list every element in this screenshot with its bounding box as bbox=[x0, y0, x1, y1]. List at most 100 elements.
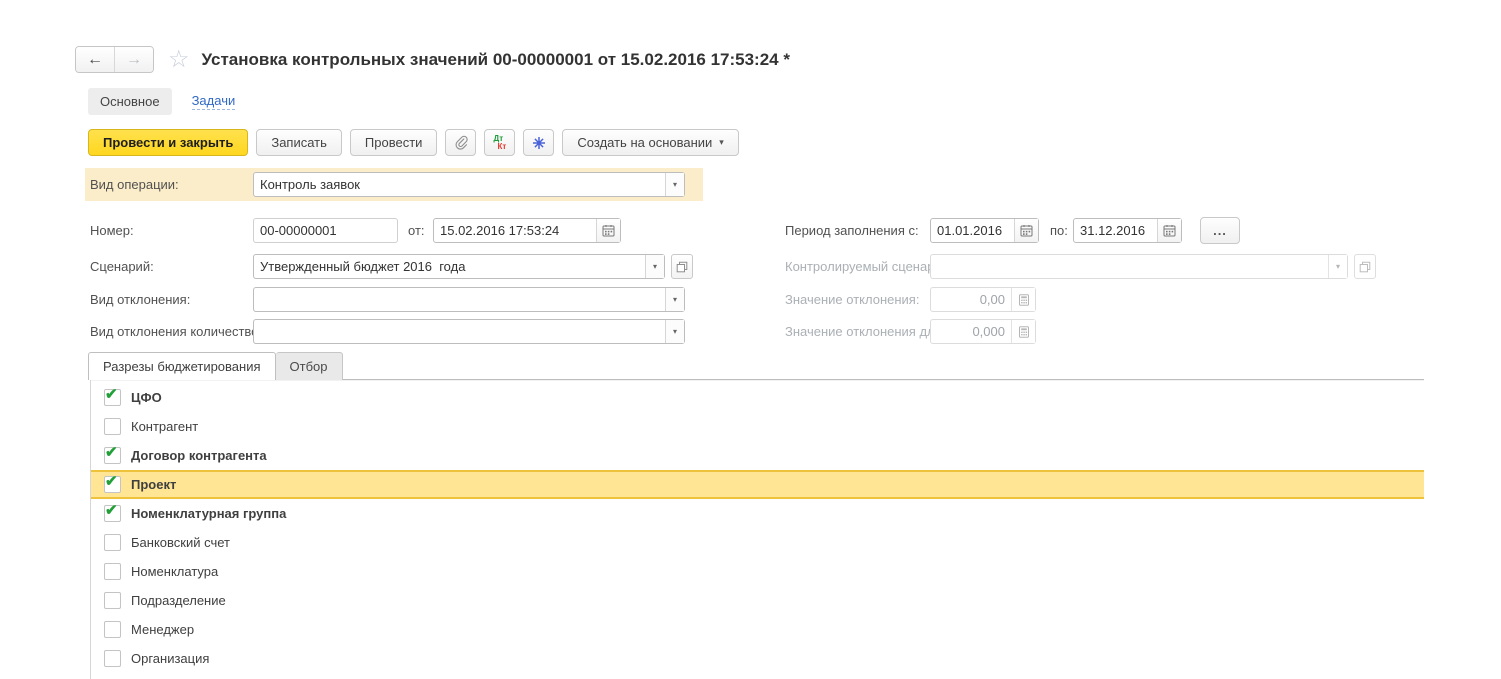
dimension-label: Менеджер bbox=[131, 622, 194, 637]
sparkle-button[interactable] bbox=[523, 129, 554, 156]
dimension-row[interactable]: Подразделение bbox=[91, 586, 1424, 615]
deviation-qty-kind-label: Вид отклонения количество: bbox=[90, 324, 262, 339]
tab-filter[interactable]: Отбор bbox=[276, 352, 343, 380]
period-to-input[interactable] bbox=[1074, 219, 1157, 242]
number-label: Номер: bbox=[90, 223, 134, 238]
tab-budget-sections[interactable]: Разрезы бюджетирования bbox=[88, 352, 276, 380]
checkmark-icon: ✔ bbox=[105, 472, 118, 490]
deviation-qty-value-input[interactable] bbox=[931, 320, 1011, 343]
deviation-value-input[interactable] bbox=[931, 288, 1011, 311]
controlled-scenario-input[interactable] bbox=[931, 255, 1328, 278]
period-to-field[interactable] bbox=[1073, 218, 1182, 243]
dimension-checkbox[interactable]: ✔ bbox=[104, 476, 121, 493]
chevron-down-icon[interactable]: ▾ bbox=[665, 320, 684, 343]
chevron-down-icon[interactable]: ▾ bbox=[665, 288, 684, 311]
controlled-scenario-label: Контролируемый сценарий: bbox=[785, 259, 953, 274]
chevron-down-icon[interactable]: ▾ bbox=[645, 255, 664, 278]
dimension-list: ✔ ЦФО Контрагент ✔ Договор контрагента ✔… bbox=[91, 380, 1424, 673]
dimension-row[interactable]: Организация bbox=[91, 644, 1424, 673]
scenario-open-button[interactable] bbox=[671, 254, 693, 279]
detail-tabs: Разрезы бюджетирования Отбор bbox=[88, 352, 343, 380]
operation-input[interactable] bbox=[254, 173, 665, 196]
controlled-scenario-combobox[interactable]: ▾ bbox=[930, 254, 1348, 279]
deviation-kind-input[interactable] bbox=[254, 288, 665, 311]
controlled-scenario-open-button[interactable] bbox=[1354, 254, 1376, 279]
dimension-checkbox[interactable] bbox=[104, 534, 121, 551]
dimension-checkbox[interactable]: ✔ bbox=[104, 505, 121, 522]
dimension-checkbox[interactable] bbox=[104, 621, 121, 638]
dimension-row[interactable]: ✔ Номенклатурная группа bbox=[91, 499, 1424, 528]
deviation-qty-kind-combobox[interactable]: ▾ bbox=[253, 319, 685, 344]
scenario-combobox[interactable]: ▾ bbox=[253, 254, 665, 279]
deviation-kind-combobox[interactable]: ▾ bbox=[253, 287, 685, 312]
dimension-row[interactable]: ✔ Проект bbox=[91, 470, 1424, 499]
dimension-label: Контрагент bbox=[131, 419, 198, 434]
operation-combobox[interactable]: ▾ bbox=[253, 172, 685, 197]
period-from-input[interactable] bbox=[931, 219, 1014, 242]
favorite-star-icon[interactable]: ☆ bbox=[168, 50, 190, 70]
dimension-checkbox[interactable]: ✔ bbox=[104, 447, 121, 464]
paperclip-icon bbox=[453, 135, 468, 150]
open-icon bbox=[676, 261, 688, 273]
date-field[interactable] bbox=[433, 218, 621, 243]
dimension-label: Проект bbox=[131, 477, 176, 492]
command-bar: Провести и закрыть Записать Провести ДтК… bbox=[88, 129, 739, 156]
dimension-checkbox[interactable] bbox=[104, 418, 121, 435]
calendar-icon[interactable] bbox=[1014, 219, 1038, 242]
deviation-qty-value-field[interactable] bbox=[930, 319, 1036, 344]
deviation-value-field[interactable] bbox=[930, 287, 1036, 312]
dimension-row[interactable]: Номенклатура bbox=[91, 557, 1424, 586]
dimension-row[interactable]: Менеджер bbox=[91, 615, 1424, 644]
number-field[interactable] bbox=[253, 218, 398, 243]
operation-label: Вид операции: bbox=[90, 177, 179, 192]
dimension-label: Номенклатура bbox=[131, 564, 218, 579]
calculator-icon[interactable] bbox=[1011, 288, 1035, 311]
period-from-field[interactable] bbox=[930, 218, 1039, 243]
chevron-down-icon[interactable]: ▾ bbox=[665, 173, 684, 196]
period-more-button[interactable]: ... bbox=[1200, 217, 1240, 244]
checkmark-icon: ✔ bbox=[105, 501, 118, 519]
dt-kt-icon: ДтКт bbox=[494, 135, 507, 151]
attachments-button[interactable] bbox=[445, 129, 476, 156]
tab-tasks[interactable]: Задачи bbox=[192, 93, 236, 110]
budget-sections-panel: ✔ ЦФО Контрагент ✔ Договор контрагента ✔… bbox=[90, 379, 1424, 679]
scenario-label: Сценарий: bbox=[90, 259, 154, 274]
tab-main[interactable]: Основное bbox=[88, 88, 172, 115]
write-button[interactable]: Записать bbox=[256, 129, 342, 156]
scenario-input[interactable] bbox=[254, 255, 645, 278]
forward-icon[interactable]: → bbox=[114, 47, 153, 72]
dimension-checkbox[interactable] bbox=[104, 650, 121, 667]
section-tabs: Основное Задачи bbox=[88, 88, 235, 115]
post-button[interactable]: Провести bbox=[350, 129, 438, 156]
chevron-down-icon[interactable]: ▾ bbox=[1328, 255, 1347, 278]
date-input[interactable] bbox=[434, 219, 596, 242]
number-input[interactable] bbox=[254, 219, 397, 242]
create-based-on-button[interactable]: Создать на основании ▾ bbox=[562, 129, 738, 156]
dimension-row[interactable]: Банковский счет bbox=[91, 528, 1424, 557]
dimension-label: ЦФО bbox=[131, 390, 162, 405]
history-nav: ← → bbox=[75, 46, 154, 73]
post-and-close-button[interactable]: Провести и закрыть bbox=[88, 129, 248, 156]
calendar-icon[interactable] bbox=[1157, 219, 1181, 242]
checkmark-icon: ✔ bbox=[105, 385, 118, 403]
deviation-qty-kind-input[interactable] bbox=[254, 320, 665, 343]
dimension-row[interactable]: ✔ Договор контрагента bbox=[91, 441, 1424, 470]
dimension-row[interactable]: ✔ ЦФО bbox=[91, 383, 1424, 412]
dimension-checkbox[interactable] bbox=[104, 563, 121, 580]
chevron-down-icon: ▾ bbox=[719, 137, 724, 148]
dimension-checkbox[interactable]: ✔ bbox=[104, 389, 121, 406]
dimension-label: Договор контрагента bbox=[131, 448, 267, 463]
date-label: от: bbox=[408, 223, 425, 238]
period-label: Период заполнения с: bbox=[785, 223, 919, 238]
dimension-label: Номенклатурная группа bbox=[131, 506, 286, 521]
checkmark-icon: ✔ bbox=[105, 443, 118, 461]
back-icon[interactable]: ← bbox=[76, 47, 114, 72]
header: ← → ☆ Установка контрольных значений 00-… bbox=[75, 46, 790, 73]
calendar-icon[interactable] bbox=[596, 219, 620, 242]
period-to-label: по: bbox=[1050, 223, 1068, 238]
calculator-icon[interactable] bbox=[1011, 320, 1035, 343]
dimension-checkbox[interactable] bbox=[104, 592, 121, 609]
dimension-row[interactable]: Контрагент bbox=[91, 412, 1424, 441]
dt-kt-postings-button[interactable]: ДтКт bbox=[484, 129, 515, 156]
dimension-label: Банковский счет bbox=[131, 535, 230, 550]
